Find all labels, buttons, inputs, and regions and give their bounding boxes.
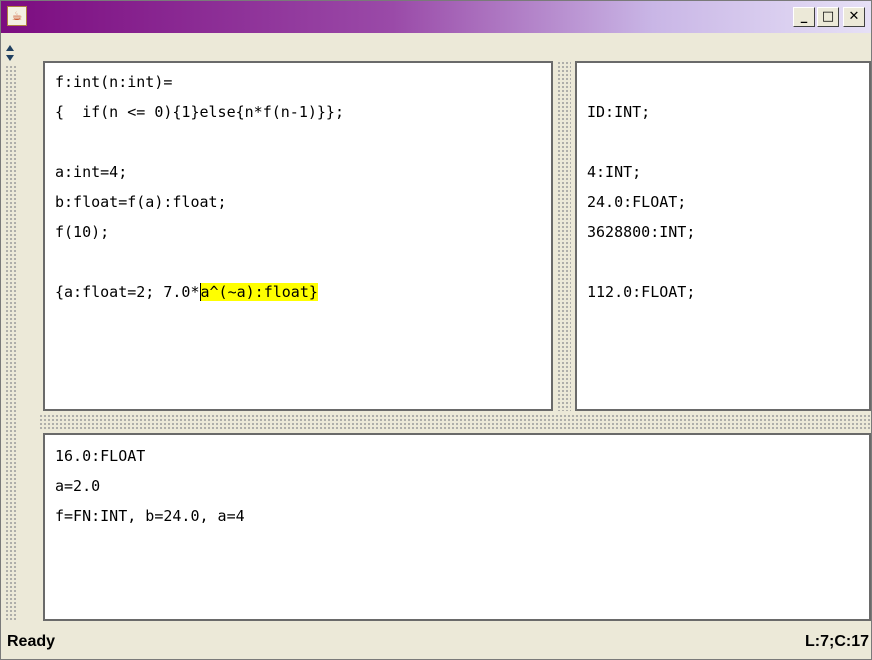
left-splitter[interactable] bbox=[1, 33, 23, 627]
results-pane[interactable]: ID:INT; 4:INT; 24.0:FLOAT; 3628800:INT; … bbox=[575, 61, 871, 411]
vertical-splitter[interactable] bbox=[557, 61, 571, 411]
status-text: Ready bbox=[7, 633, 56, 650]
editor-line-current: {a:float=2; 7.0*a^(~a):float} bbox=[55, 281, 318, 303]
editor-line: f(10); bbox=[55, 223, 110, 241]
cursor-position: L:7;C:17 bbox=[804, 633, 869, 650]
app-window: ☕ _ □ ✕ f:int(n:int)= { if(n <= 0){1}els… bbox=[0, 0, 872, 660]
title-bar[interactable]: ☕ _ □ ✕ bbox=[1, 1, 871, 33]
editor-line: a:int=4; bbox=[55, 163, 128, 181]
minimize-button[interactable]: _ bbox=[793, 7, 815, 27]
console-line: 16.0:FLOAT bbox=[55, 447, 146, 465]
expand-up-arrow-icon[interactable] bbox=[6, 45, 14, 51]
editor-line-text: {a:float=2; 7.0* bbox=[55, 283, 200, 301]
splitter-grip[interactable] bbox=[5, 65, 17, 620]
result-line: 3628800:INT; bbox=[587, 223, 696, 241]
console-line: a=2.0 bbox=[55, 477, 101, 495]
java-cup-icon[interactable]: ☕ bbox=[7, 6, 27, 26]
selection-highlight: a^(~a):float} bbox=[199, 283, 318, 301]
console-line: f=FN:INT, b=24.0, a=4 bbox=[55, 507, 245, 525]
horizontal-splitter[interactable] bbox=[39, 414, 872, 430]
editor-line: { if(n <= 0){1}else{n*f(n-1)}}; bbox=[55, 103, 344, 121]
editor-line: b:float=f(a):float; bbox=[55, 193, 227, 211]
editor-line: f:int(n:int)= bbox=[55, 73, 173, 91]
status-bar: Ready L:7;C:17 bbox=[1, 627, 871, 659]
maximize-button[interactable]: □ bbox=[817, 7, 839, 27]
result-line: ID:INT; bbox=[587, 103, 651, 121]
close-button[interactable]: ✕ bbox=[843, 7, 865, 27]
expand-down-arrow-icon[interactable] bbox=[6, 55, 14, 61]
result-line: 112.0:FLOAT; bbox=[587, 283, 696, 301]
code-editor[interactable]: f:int(n:int)= { if(n <= 0){1}else{n*f(n-… bbox=[43, 61, 553, 411]
result-line: 24.0:FLOAT; bbox=[587, 193, 687, 211]
result-line: 4:INT; bbox=[587, 163, 642, 181]
console-output[interactable]: 16.0:FLOAT a=2.0 f=FN:INT, b=24.0, a=4 bbox=[43, 433, 871, 621]
